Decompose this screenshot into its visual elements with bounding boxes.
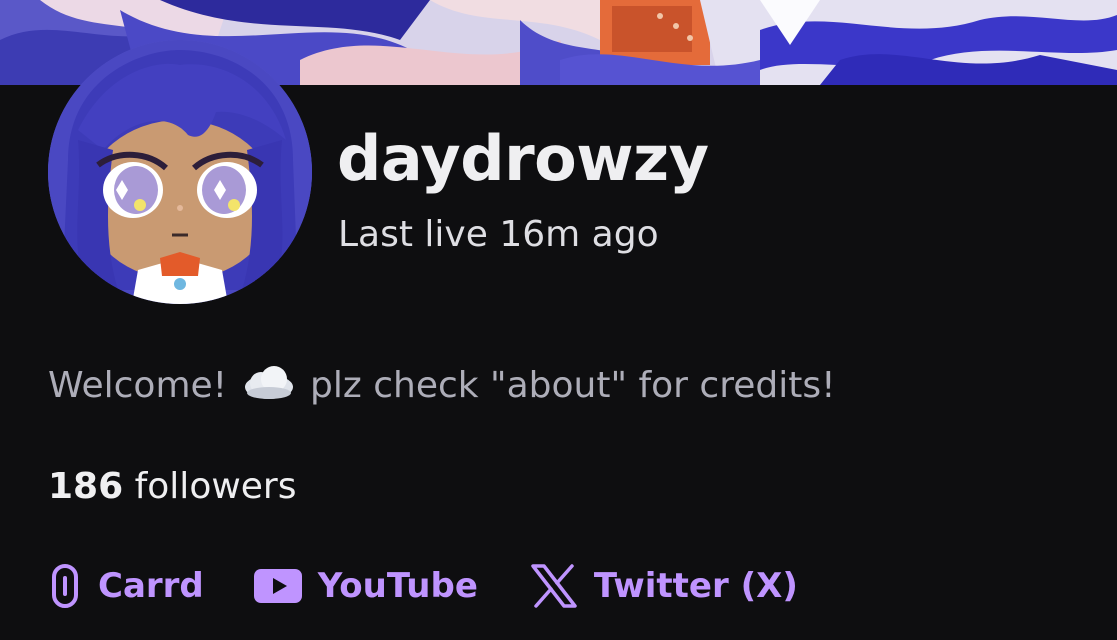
youtube-link-label: YouTube bbox=[317, 566, 478, 606]
youtube-icon bbox=[253, 569, 302, 603]
followers-number: 186 bbox=[48, 466, 124, 507]
channel-avatar[interactable] bbox=[48, 40, 312, 304]
carrd-link-label: Carrd bbox=[98, 566, 204, 606]
channel-bio: Welcome! plz check "about" for credits! bbox=[48, 363, 836, 409]
channel-username: daydrowzy bbox=[337, 122, 709, 195]
social-links: Carrd YouTube Twitter (X) bbox=[48, 560, 798, 612]
bio-text-end: plz check "about" for credits! bbox=[310, 365, 836, 406]
channel-about-page: daydrowzy Last live 16m ago Welcome! plz… bbox=[0, 0, 1117, 640]
cloud-emoji-icon bbox=[243, 365, 295, 403]
bio-text-start: Welcome! bbox=[48, 365, 228, 406]
twitter-x-link-label: Twitter (X) bbox=[593, 566, 798, 606]
followers-count: 186 followers bbox=[48, 464, 297, 510]
last-live-status: Last live 16m ago bbox=[338, 214, 659, 255]
carrd-icon bbox=[48, 563, 82, 609]
twitter-x-link[interactable]: Twitter (X) bbox=[530, 560, 798, 612]
youtube-link[interactable]: YouTube bbox=[253, 560, 478, 612]
x-twitter-icon bbox=[530, 563, 578, 609]
followers-label: followers bbox=[134, 466, 297, 507]
carrd-link[interactable]: Carrd bbox=[48, 560, 204, 612]
